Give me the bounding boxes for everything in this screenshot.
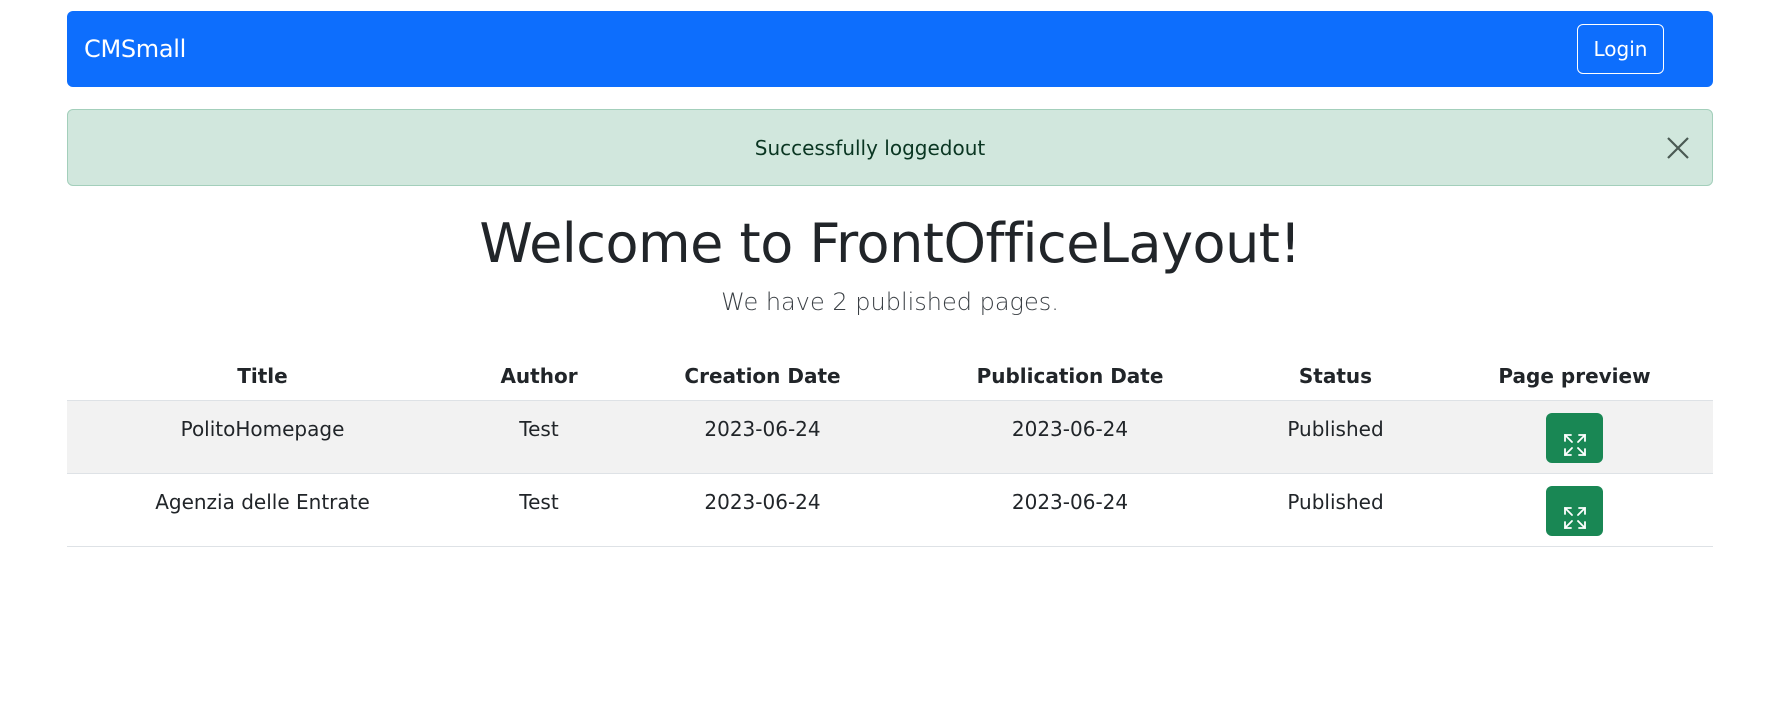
cell-preview (1436, 400, 1713, 474)
success-alert: Successfully loggedout (67, 109, 1713, 186)
page-title: Welcome to FrontOfficeLayout! (479, 212, 1301, 275)
cell-author: Test (458, 400, 620, 474)
cell-status: Published (1235, 473, 1436, 547)
cell-status: Published (1235, 400, 1436, 474)
table-row: Agenzia delle Entrate Test 2023-06-24 20… (67, 473, 1713, 547)
pages-table: Title Author Creation Date Publication D… (67, 352, 1713, 547)
arrows-fullscreen-icon (1563, 506, 1586, 529)
navbar: CMSmall Login (67, 11, 1713, 87)
table-header-row: Title Author Creation Date Publication D… (67, 352, 1713, 401)
cell-preview (1436, 473, 1713, 547)
column-header-creation-date: Creation Date (620, 352, 905, 401)
cell-creation-date: 2023-06-24 (620, 400, 905, 474)
cell-publication-date: 2023-06-24 (905, 473, 1235, 547)
page-subtitle: We have 2 published pages. (721, 288, 1059, 316)
login-button[interactable]: Login (1577, 24, 1664, 74)
column-header-status: Status (1235, 352, 1436, 401)
cell-publication-date: 2023-06-24 (905, 400, 1235, 474)
column-header-title: Title (67, 352, 458, 401)
brand-logo-text[interactable]: CMSmall (84, 35, 186, 64)
arrows-fullscreen-icon (1563, 433, 1586, 456)
page-preview-button[interactable] (1546, 486, 1603, 536)
page-preview-button[interactable] (1546, 413, 1603, 463)
table-row: PolitoHomepage Test 2023-06-24 2023-06-2… (67, 400, 1713, 474)
cell-title: Agenzia delle Entrate (67, 473, 458, 547)
cell-author: Test (458, 473, 620, 547)
column-header-author: Author (458, 352, 620, 401)
cell-title: PolitoHomepage (67, 400, 458, 474)
cell-creation-date: 2023-06-24 (620, 473, 905, 547)
column-header-publication-date: Publication Date (905, 352, 1235, 401)
close-icon[interactable] (1665, 135, 1691, 161)
alert-message: Successfully loggedout (754, 136, 986, 160)
column-header-page-preview: Page preview (1436, 352, 1713, 401)
